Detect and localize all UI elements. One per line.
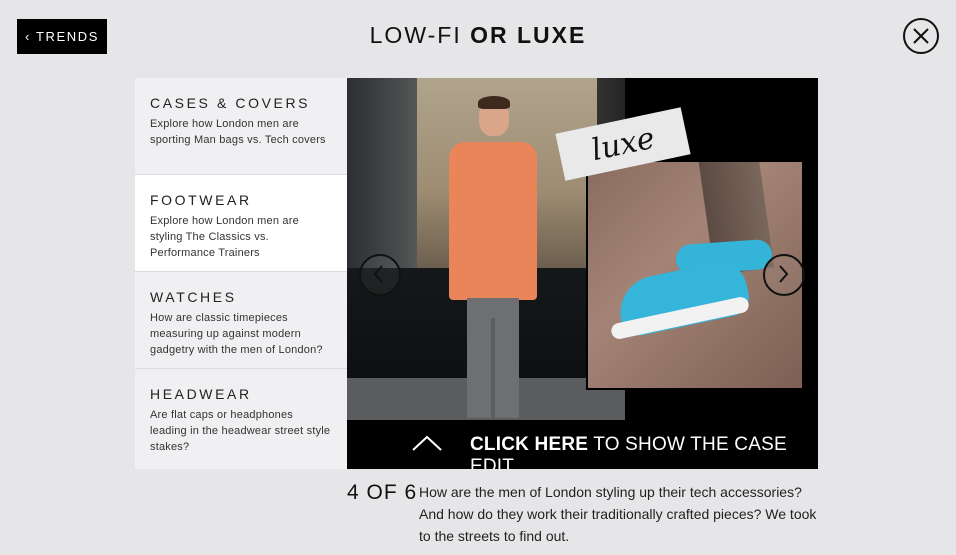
sidebar-item-footwear[interactable]: FOOTWEAR Explore how London men are styl… [135,175,347,272]
image-stage: luxe CLICK HERE TO SHOW THE CASE EDIT [347,78,818,469]
sidebar-item-title: FOOTWEAR [150,192,252,208]
cta-text: CLICK HERE TO SHOW THE CASE EDIT [470,434,818,469]
close-icon [913,28,929,44]
sidebar-item-desc: Are flat caps or headphones leading in t… [150,409,331,453]
sidebar-item-cases-covers[interactable]: CASES & COVERS Explore how London men ar… [135,78,347,175]
sidebar-item-desc: How are classic timepieces measuring up … [150,312,323,356]
chevron-right-icon [779,265,789,283]
orange-coat [449,142,537,300]
sidebar-item-desc: Explore how London men are sporting Man … [150,118,326,146]
title-light: LOW-FI [369,22,462,48]
category-sidebar: CASES & COVERS Explore how London men ar… [135,78,347,469]
cta-bold-text: CLICK HERE [470,434,589,455]
next-slide-button[interactable] [763,254,805,296]
chevron-up-icon [412,435,442,451]
person-figure [445,96,541,420]
sidebar-item-title: CASES & COVERS [150,95,311,111]
slide-caption: How are the men of London styling up the… [419,484,817,544]
sidebar-item-watches[interactable]: WATCHES How are classic timepieces measu… [135,272,347,369]
slide-counter: 4 OF 6 [347,481,418,504]
chevron-left-icon [373,265,383,283]
hair [478,96,510,109]
title-bold: OR LUXE [470,22,587,48]
close-button[interactable] [903,18,939,54]
sidebar-item-title: WATCHES [150,289,237,305]
sidebar-item-title: HEADWEAR [150,386,252,402]
previous-slide-button[interactable] [359,254,401,296]
page-title: LOW-FI OR LUXE [0,22,956,49]
show-case-edit-button[interactable]: CLICK HERE TO SHOW THE CASE EDIT [347,420,818,469]
sidebar-item-desc: Explore how London men are styling The C… [150,215,299,259]
jeans [467,298,519,418]
sidebar-item-headwear[interactable]: HEADWEAR Are flat caps or headphones lea… [135,369,347,466]
